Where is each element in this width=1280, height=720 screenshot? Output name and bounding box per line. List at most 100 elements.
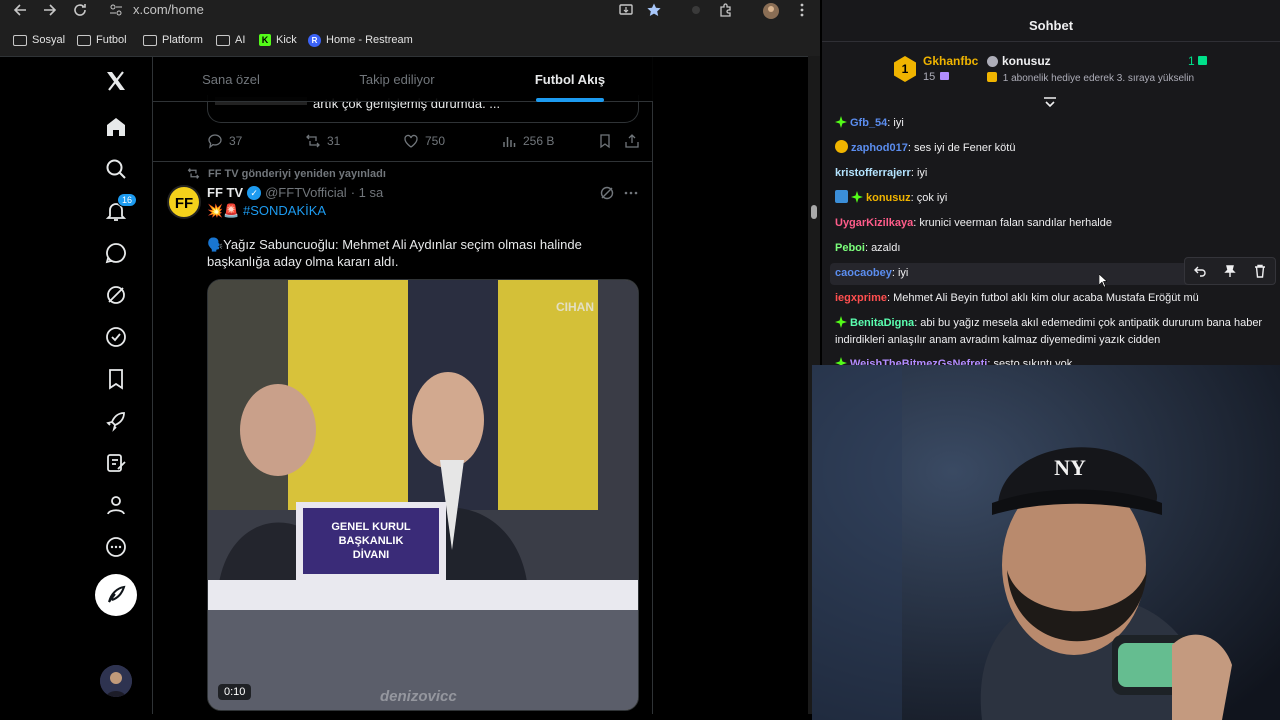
- chat-username[interactable]: iegxprime: [835, 292, 887, 304]
- notifications-bell-icon[interactable]: 16: [104, 193, 138, 223]
- compose-post-button[interactable]: [95, 574, 137, 616]
- gift-recipient: konusuz: [987, 54, 1051, 68]
- post-hashtag-line[interactable]: 💥🚨 #SONDAKİKA: [207, 203, 326, 219]
- chat-username[interactable]: zaphod017: [851, 142, 908, 154]
- pin-message-icon[interactable]: [1223, 264, 1237, 278]
- repost-indicator: FF TV gönderiyi yeniden yayınladı: [187, 167, 386, 180]
- search-icon[interactable]: [104, 157, 128, 181]
- bookmark-ai[interactable]: AI: [216, 32, 245, 48]
- account-avatar[interactable]: [100, 665, 132, 697]
- active-tab-indicator: [536, 98, 604, 102]
- share-button[interactable]: [624, 133, 640, 149]
- bookmark-restream[interactable]: R Home - Restream: [308, 32, 413, 48]
- back-icon[interactable]: [12, 2, 32, 18]
- profile-avatar-icon[interactable]: [762, 2, 780, 19]
- bookmark-sosyal[interactable]: Sosyal: [13, 32, 65, 48]
- gifter-count: 15: [923, 71, 950, 83]
- chat-message[interactable]: BenitaDigna: abi bu yağız mesela akıl ed…: [835, 315, 1265, 349]
- gifter-name: Gkhanfbc: [923, 54, 979, 68]
- tab-takip-ediliyor[interactable]: Takip ediliyor: [333, 72, 461, 87]
- rocket-icon[interactable]: [104, 409, 128, 433]
- chat-username[interactable]: konusuz: [866, 192, 911, 204]
- chat-message-text: : sesto sıkıntı yok: [987, 358, 1073, 365]
- gifter-badge-icon: [835, 140, 848, 153]
- folder-icon: [13, 34, 27, 46]
- post-video[interactable]: GENEL KURUL BAŞKANLIK DİVANI CIHAN 0:10 …: [207, 279, 639, 711]
- chat-username[interactable]: Gfb_54: [850, 117, 887, 129]
- message-action-toolbar: [1184, 257, 1276, 285]
- chat-message[interactable]: iegxprime: Mehmet Ali Beyin futbol aklı …: [835, 290, 1265, 307]
- post-time[interactable]: · 1 sa: [351, 185, 384, 200]
- tab-futbol-akis[interactable]: Futbol Akış: [518, 72, 622, 87]
- bookmark-post-button[interactable]: [597, 133, 613, 149]
- chat-message[interactable]: zaphod017: ses iyi de Fener kötü: [835, 140, 1265, 157]
- chat-message-text: : Mehmet Ali Beyin futbol aklı kim olur …: [886, 292, 1199, 304]
- chat-message[interactable]: WeishTheBitmezGsNefreti: sesto sıkıntı y…: [835, 356, 1265, 365]
- subscriber-badge-icon: [835, 357, 847, 365]
- views-chart-icon: [501, 133, 517, 149]
- like-button[interactable]: 750: [403, 133, 445, 149]
- scrollbar-thumb[interactable]: [811, 205, 817, 219]
- chat-username[interactable]: kristofferrajerr: [835, 167, 911, 179]
- install-app-icon[interactable]: [618, 2, 636, 18]
- collapse-banner-icon[interactable]: [1043, 97, 1057, 109]
- chat-header-divider: [822, 41, 1280, 42]
- chat-username[interactable]: BenitaDigna: [850, 317, 914, 329]
- verified-badge-icon: ✓: [247, 185, 262, 200]
- chat-message[interactable]: konusuz: çok iyi: [835, 190, 1265, 207]
- bookmark-kick[interactable]: K Kick: [259, 32, 297, 48]
- address-bar[interactable]: x.com/home: [101, 0, 681, 20]
- chat-username[interactable]: Peboi: [835, 242, 865, 254]
- post-more-icon[interactable]: [623, 185, 639, 201]
- chat-message[interactable]: kristofferrajerr: iyi: [835, 165, 1265, 182]
- reload-icon[interactable]: [72, 2, 92, 18]
- video-watermark: denizovicc: [380, 688, 457, 705]
- bookmark-star-icon[interactable]: [646, 2, 664, 18]
- repost-button[interactable]: 31: [305, 133, 340, 149]
- grok-explain-icon[interactable]: [599, 185, 615, 201]
- grok-icon[interactable]: [104, 283, 128, 307]
- grok-chat-icon[interactable]: [104, 241, 128, 265]
- browser-menu-icon[interactable]: [794, 2, 812, 18]
- views-button[interactable]: 256 B: [501, 133, 554, 149]
- forward-icon[interactable]: [42, 2, 62, 18]
- bookmark-label: Sosyal: [32, 34, 66, 46]
- extensions-puzzle-icon[interactable]: [718, 2, 736, 18]
- more-options-icon[interactable]: [104, 535, 128, 559]
- browser-window: x.com/home Sosyal Futbol Platform AI K K…: [0, 0, 820, 720]
- chat-message[interactable]: Peboi: azaldı: [835, 240, 1265, 257]
- video-duration: 0:10: [218, 684, 252, 700]
- home-icon[interactable]: [104, 115, 128, 139]
- chat-message[interactable]: UygarKizilkaya: krunici veerman falan sa…: [835, 215, 1265, 232]
- gifter-count-value: 15: [923, 71, 936, 83]
- cap-logo: NY: [1054, 455, 1086, 480]
- author-name[interactable]: FF TV: [207, 185, 243, 200]
- bookmark-futbol[interactable]: Futbol: [77, 32, 127, 48]
- site-info-icon[interactable]: [109, 3, 123, 17]
- profile-icon[interactable]: [104, 493, 128, 517]
- x-logo-icon[interactable]: [104, 69, 128, 93]
- chat-username[interactable]: caocaobey: [835, 267, 892, 279]
- premium-verified-icon[interactable]: [104, 325, 128, 349]
- articles-edit-icon[interactable]: [104, 451, 128, 475]
- author-handle[interactable]: @FFTVofficial: [265, 185, 347, 200]
- webcam-frame: NY: [812, 365, 1280, 720]
- folder-icon: [216, 34, 230, 46]
- chat-message[interactable]: Gfb_54: iyi: [835, 115, 1265, 132]
- gift-leaderboard-banner[interactable]: 1 Gkhanfbc 15 konusuz 1 abonelik hediye …: [894, 53, 1214, 97]
- timeline-tabs: Sana özel Takip ediliyor Futbol Akış: [153, 57, 653, 102]
- bookmark-platform[interactable]: Platform: [143, 32, 203, 48]
- ff-tv-avatar[interactable]: FF: [167, 185, 201, 219]
- chat-username[interactable]: UygarKizilkaya: [835, 217, 913, 229]
- bookmarks-icon[interactable]: [104, 367, 128, 391]
- delete-message-icon[interactable]: [1253, 264, 1267, 278]
- chat-username[interactable]: WeishTheBitmezGsNefreti: [850, 358, 987, 365]
- bookmark-label: Home - Restream: [326, 34, 413, 46]
- reply-button[interactable]: 37: [207, 133, 242, 149]
- subscriber-badge-icon: [851, 191, 863, 203]
- tab-sana-ozel[interactable]: Sana özel: [178, 72, 284, 87]
- chat-message-text: : çok iyi: [910, 192, 948, 204]
- gift-box-icon: [940, 72, 950, 80]
- extension-dot-icon[interactable]: [688, 2, 706, 18]
- reply-message-icon[interactable]: [1193, 264, 1207, 278]
